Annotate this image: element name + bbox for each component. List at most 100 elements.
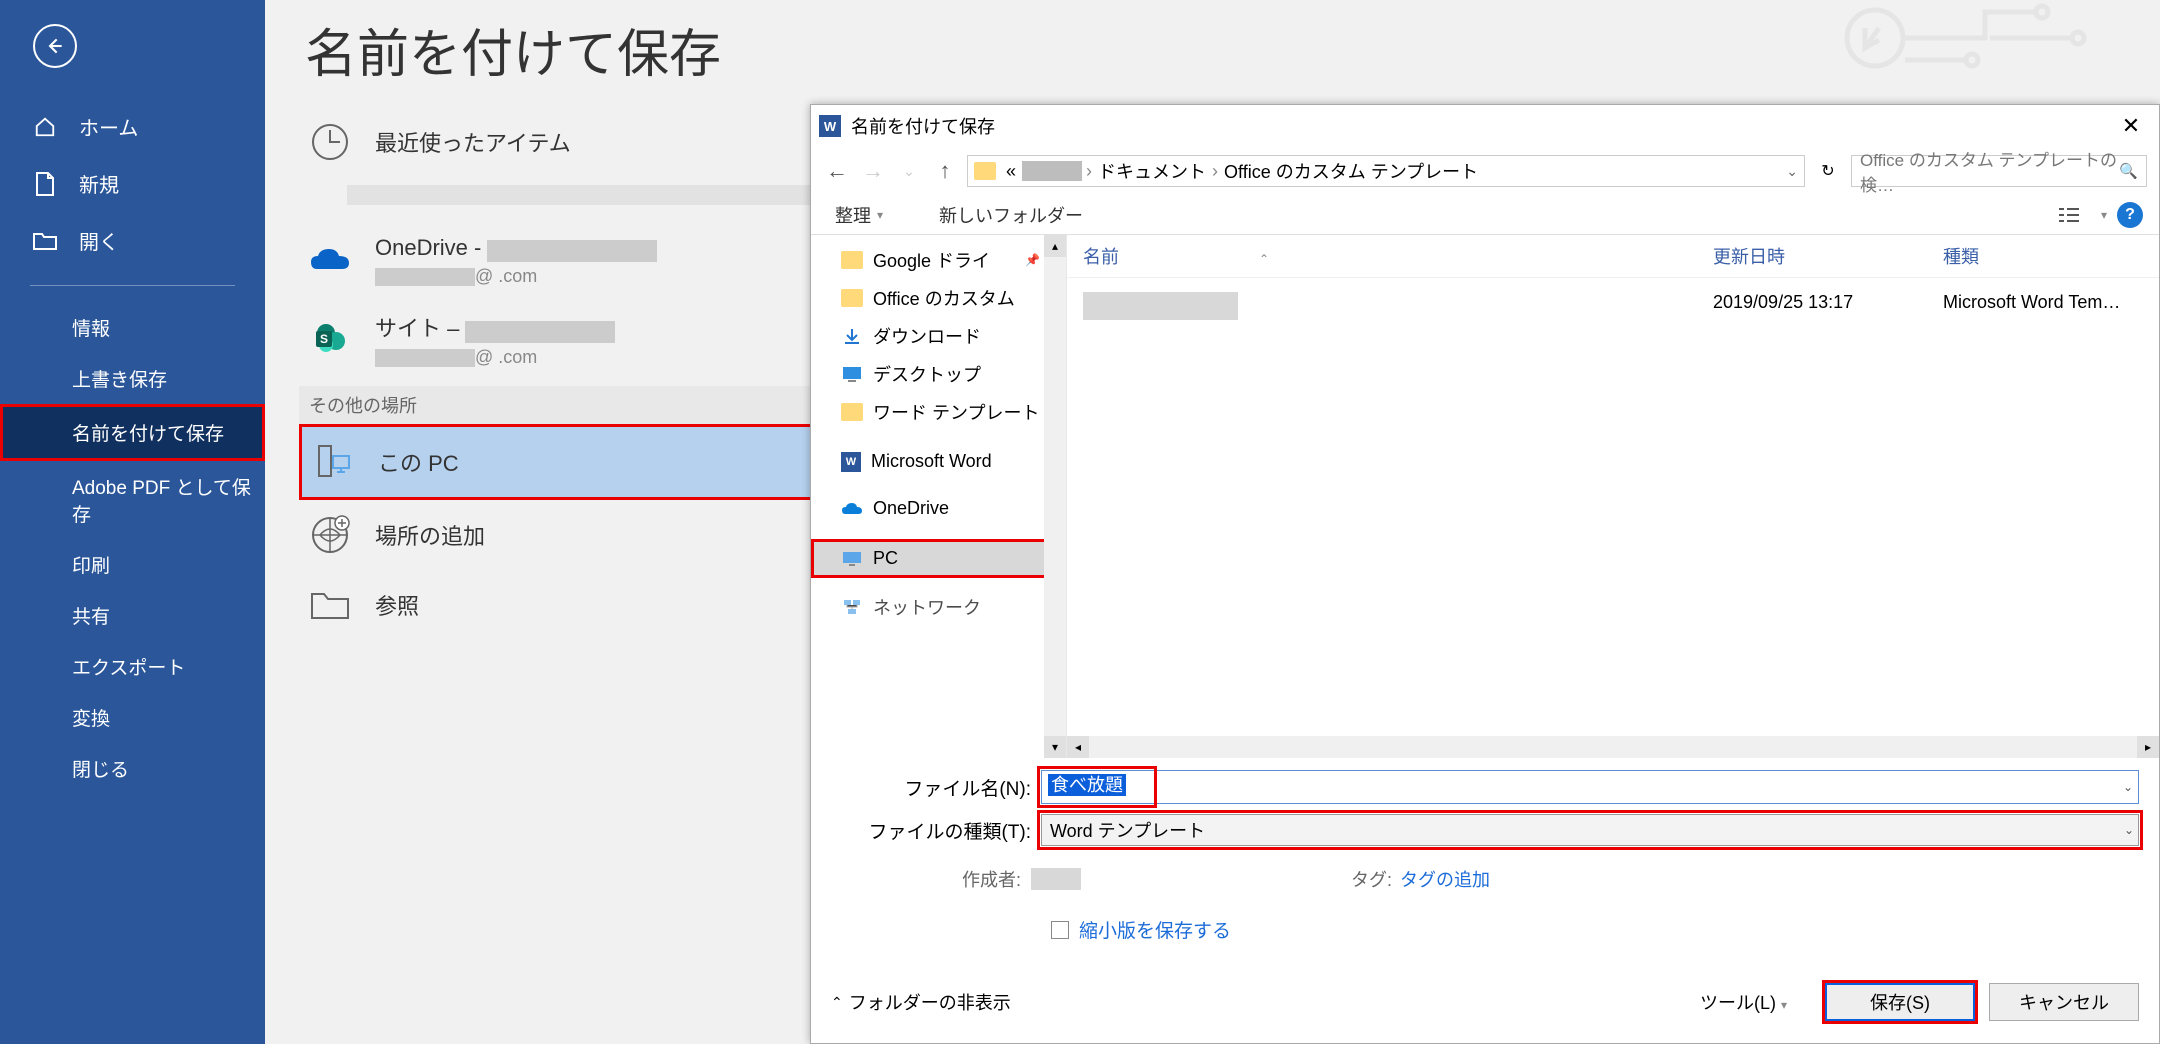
word-icon: W bbox=[841, 452, 861, 472]
tag-label: タグ: bbox=[1351, 866, 1392, 892]
tree-network[interactable]: ネットワーク bbox=[811, 588, 1044, 626]
tag-add-link[interactable]: タグの追加 bbox=[1400, 866, 1490, 892]
nav-recent-dropdown[interactable]: ⌄ bbox=[895, 163, 923, 180]
backstage-sidebar: ホーム 新規 開く 情報 上書き保存 名前を付けて保存 Adobe PDF とし… bbox=[0, 0, 265, 1044]
sidebar-label-open: 開く bbox=[79, 226, 119, 255]
redacted-filename bbox=[1083, 292, 1238, 320]
save-thumbnail-checkbox[interactable] bbox=[1051, 921, 1069, 939]
pc-icon bbox=[841, 550, 863, 568]
breadcrumb-documents[interactable]: ドキュメント bbox=[1094, 158, 1210, 184]
tree-word-templates[interactable]: ワード テンプレート bbox=[811, 393, 1044, 431]
location-this-pc[interactable]: この PC bbox=[299, 424, 859, 500]
dialog-titlebar: W 名前を付けて保存 ✕ bbox=[811, 105, 2159, 147]
filetype-dropdown-arrow: ⌄ bbox=[2124, 823, 2134, 837]
breadcrumb-office-templates[interactable]: Office のカスタム テンプレート bbox=[1220, 158, 1482, 184]
filename-input[interactable]: 食べ放題 ⌄ bbox=[1041, 770, 2139, 804]
scroll-up-button[interactable]: ▴ bbox=[1044, 235, 1066, 257]
hide-folders-toggle[interactable]: ⌃フォルダーの非表示 bbox=[831, 989, 1011, 1015]
dialog-toolbar: 整理▾ 新しいフォルダー ▾ ? bbox=[811, 195, 2159, 235]
sidebar-item-adobe-pdf[interactable]: Adobe PDF として保存 bbox=[0, 461, 265, 539]
column-date[interactable]: 更新日時 bbox=[1713, 243, 1943, 269]
sidebar-label-new: 新規 bbox=[79, 169, 119, 198]
folder-icon bbox=[841, 289, 863, 307]
onedrive-icon bbox=[841, 500, 863, 518]
clock-icon bbox=[307, 119, 353, 165]
file-list-h-scrollbar[interactable]: ◂▸ bbox=[1067, 736, 2159, 758]
folder-tree: Google ドライ📌 Office のカスタム ダウンロード デスクトップ ワ… bbox=[811, 235, 1067, 758]
dialog-title: 名前を付けて保存 bbox=[851, 113, 2111, 139]
address-dropdown[interactable]: ⌄ bbox=[1786, 163, 1798, 180]
open-folder-icon bbox=[33, 231, 57, 251]
sidebar-item-export[interactable]: エクスポート bbox=[0, 641, 265, 692]
sidebar-item-open[interactable]: 開く bbox=[0, 212, 265, 269]
location-onedrive[interactable]: OneDrive - @ .com bbox=[299, 223, 859, 299]
redacted-bar bbox=[347, 185, 837, 205]
author-label: 作成者: bbox=[911, 866, 1021, 892]
network-icon bbox=[841, 598, 863, 616]
svg-text:S: S bbox=[320, 332, 328, 346]
filename-value: 食べ放題 bbox=[1048, 774, 1126, 796]
tree-ms-word[interactable]: WMicrosoft Word bbox=[811, 445, 1044, 478]
nav-back-button[interactable]: ← bbox=[823, 158, 851, 184]
location-add-place[interactable]: 場所の追加 bbox=[299, 500, 859, 570]
location-sharepoint-site[interactable]: S サイト – @ .com bbox=[299, 299, 859, 380]
sidebar-item-save[interactable]: 上書き保存 bbox=[0, 353, 265, 404]
sidebar-label-home: ホーム bbox=[79, 112, 138, 141]
folder-icon bbox=[841, 403, 863, 421]
file-list-row[interactable]: 2019/09/25 13:17 Microsoft Word Tem… bbox=[1083, 284, 2143, 328]
sidebar-item-share[interactable]: 共有 bbox=[0, 590, 265, 641]
tree-desktop[interactable]: デスクトップ bbox=[811, 355, 1044, 393]
scroll-left-button[interactable]: ◂ bbox=[1067, 736, 1089, 758]
view-options-dropdown[interactable]: ▾ bbox=[2101, 208, 2107, 222]
tree-scrollbar[interactable]: ▴▾ bbox=[1044, 235, 1066, 758]
tree-google-drive[interactable]: Google ドライ📌 bbox=[811, 241, 1044, 279]
sidebar-item-save-as[interactable]: 名前を付けて保存 bbox=[0, 404, 265, 461]
sidebar-item-new[interactable]: 新規 bbox=[0, 155, 265, 212]
desktop-icon bbox=[841, 365, 863, 383]
author-redacted bbox=[1031, 868, 1081, 890]
tree-onedrive[interactable]: OneDrive bbox=[811, 492, 1044, 525]
sidebar-item-info[interactable]: 情報 bbox=[0, 302, 265, 353]
organize-menu[interactable]: 整理▾ bbox=[827, 198, 891, 232]
save-dialog: W 名前を付けて保存 ✕ ← → ⌄ ↑ « › ドキュメント › Office… bbox=[810, 104, 2160, 1044]
column-type[interactable]: 種類 bbox=[1943, 243, 2143, 269]
browse-folder-icon bbox=[307, 582, 353, 628]
view-options-button[interactable] bbox=[2058, 206, 2098, 224]
scroll-right-button[interactable]: ▸ bbox=[2137, 736, 2159, 758]
scroll-down-button[interactable]: ▾ bbox=[1044, 736, 1066, 758]
filetype-select[interactable]: Word テンプレート ⌄ bbox=[1041, 814, 2139, 846]
sidebar-separator bbox=[30, 285, 235, 286]
column-name[interactable]: 名前⌃ bbox=[1083, 243, 1713, 269]
dialog-form: ファイル名(N): 食べ放題 ⌄ ファイルの種類(T): Word テンプレート… bbox=[811, 758, 2159, 967]
back-button[interactable] bbox=[33, 24, 77, 68]
cancel-button[interactable]: キャンセル bbox=[1989, 983, 2139, 1021]
address-bar[interactable]: « › ドキュメント › Office のカスタム テンプレート ⌄ bbox=[967, 155, 1805, 187]
tree-office-custom[interactable]: Office のカスタム bbox=[811, 279, 1044, 317]
tools-menu[interactable]: ツール(L) ▾ bbox=[1700, 989, 1787, 1015]
help-button[interactable]: ? bbox=[2117, 202, 2143, 228]
add-place-icon bbox=[307, 512, 353, 558]
nav-forward-button[interactable]: → bbox=[859, 158, 887, 184]
sidebar-item-home[interactable]: ホーム bbox=[0, 98, 265, 155]
nav-up-button[interactable]: ↑ bbox=[931, 158, 959, 184]
dialog-body: Google ドライ📌 Office のカスタム ダウンロード デスクトップ ワ… bbox=[811, 235, 2159, 758]
file-list: 名前⌃ 更新日時 種類 2019/09/25 13:17 Microsoft W… bbox=[1067, 235, 2159, 758]
search-box[interactable]: Office のカスタム テンプレートの検… 🔍 bbox=[1851, 155, 2147, 187]
save-button[interactable]: 保存(S) bbox=[1825, 983, 1975, 1021]
filename-dropdown[interactable]: ⌄ bbox=[2123, 780, 2133, 794]
dialog-nav-row: ← → ⌄ ↑ « › ドキュメント › Office のカスタム テンプレート… bbox=[811, 147, 2159, 195]
redacted bbox=[487, 240, 657, 262]
new-folder-button[interactable]: 新しいフォルダー bbox=[931, 198, 1091, 232]
location-browse[interactable]: 参照 bbox=[299, 570, 859, 640]
refresh-button[interactable]: ↻ bbox=[1813, 161, 1843, 181]
close-button[interactable]: ✕ bbox=[2111, 113, 2151, 139]
sidebar-item-close[interactable]: 閉じる bbox=[0, 743, 265, 794]
downloads-icon bbox=[841, 327, 863, 345]
sidebar-item-print[interactable]: 印刷 bbox=[0, 539, 265, 590]
filetype-label: ファイルの種類(T): bbox=[831, 817, 1041, 844]
tree-pc[interactable]: PC bbox=[811, 539, 1047, 578]
location-recent[interactable]: 最近使ったアイテム bbox=[299, 107, 859, 177]
redacted bbox=[375, 268, 475, 286]
sidebar-item-transform[interactable]: 変換 bbox=[0, 692, 265, 743]
tree-downloads[interactable]: ダウンロード bbox=[811, 317, 1044, 355]
